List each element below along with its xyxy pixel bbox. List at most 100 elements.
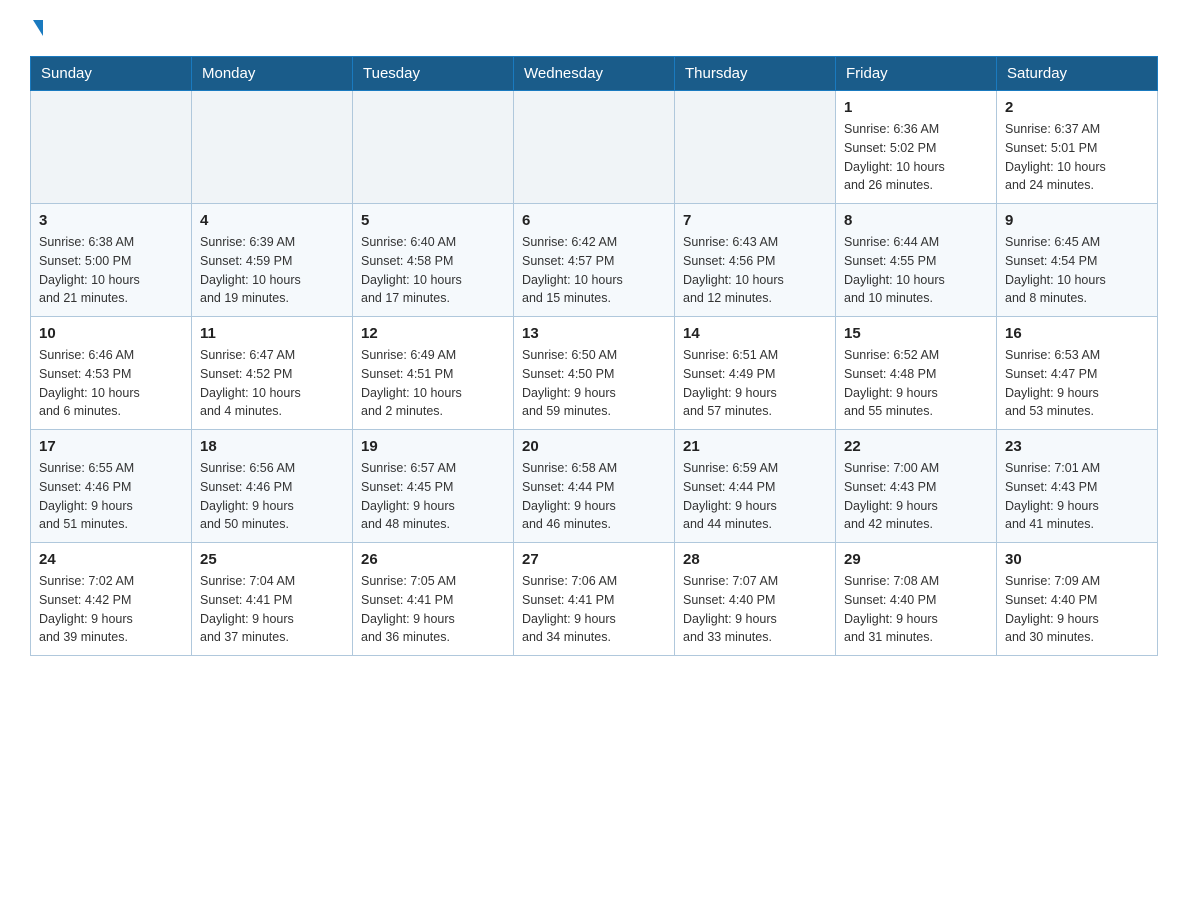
day-number: 23 <box>1005 438 1149 455</box>
day-number: 14 <box>683 325 827 342</box>
page-header <box>30 20 1158 36</box>
day-number: 30 <box>1005 551 1149 568</box>
day-number: 12 <box>361 325 505 342</box>
calendar-cell: 7 Sunrise: 6:43 AMSunset: 4:56 PMDaylight… <box>675 204 836 317</box>
day-info: Sunrise: 6:36 AMSunset: 5:02 PMDaylight:… <box>844 120 988 195</box>
day-number: 11 <box>200 325 344 342</box>
calendar-cell: 4Sunrise: 6:39 AMSunset: 4:59 PMDaylight… <box>192 204 353 317</box>
week-row-3: 10 Sunrise: 6:46 AMSunset: 4:53 PMDayligh… <box>31 317 1158 430</box>
calendar-cell: 3 Sunrise: 6:38 AMSunset: 5:00 PMDaylight… <box>31 204 192 317</box>
day-info: Sunrise: 7:00 AMSunset: 4:43 PMDaylight:… <box>844 459 988 534</box>
day-info: Sunrise: 6:53 AMSunset: 4:47 PMDaylight:… <box>1005 346 1149 421</box>
week-row-5: 24Sunrise: 7:02 AMSunset: 4:42 PMDayligh… <box>31 543 1158 656</box>
calendar-cell: 23 Sunrise: 7:01 AMSunset: 4:43 PMDayligh… <box>997 430 1158 543</box>
logo <box>30 20 43 36</box>
calendar-cell: 27 Sunrise: 7:06 AMSunset: 4:41 PMDayligh… <box>514 543 675 656</box>
day-info: Sunrise: 6:56 AMSunset: 4:46 PMDaylight:… <box>200 459 344 534</box>
day-number: 22 <box>844 438 988 455</box>
calendar-cell: 21 Sunrise: 6:59 AMSunset: 4:44 PMDayligh… <box>675 430 836 543</box>
calendar-cell: 15Sunrise: 6:52 AMSunset: 4:48 PMDayligh… <box>836 317 997 430</box>
day-info: Sunrise: 6:37 AMSunset: 5:01 PMDaylight:… <box>1005 120 1149 195</box>
weekday-header-wednesday: Wednesday <box>514 57 675 91</box>
calendar-cell: 13Sunrise: 6:50 AMSunset: 4:50 PMDayligh… <box>514 317 675 430</box>
calendar-cell: 6 Sunrise: 6:42 AMSunset: 4:57 PMDaylight… <box>514 204 675 317</box>
day-info: Sunrise: 7:04 AMSunset: 4:41 PMDaylight:… <box>200 572 344 647</box>
day-number: 26 <box>361 551 505 568</box>
day-info: Sunrise: 6:52 AMSunset: 4:48 PMDaylight:… <box>844 346 988 421</box>
calendar-cell: 11 Sunrise: 6:47 AMSunset: 4:52 PMDayligh… <box>192 317 353 430</box>
day-number: 3 <box>39 212 183 229</box>
week-row-4: 17 Sunrise: 6:55 AMSunset: 4:46 PMDayligh… <box>31 430 1158 543</box>
week-row-2: 3 Sunrise: 6:38 AMSunset: 5:00 PMDaylight… <box>31 204 1158 317</box>
calendar-cell: 16 Sunrise: 6:53 AMSunset: 4:47 PMDayligh… <box>997 317 1158 430</box>
calendar-cell <box>192 91 353 204</box>
weekday-header-monday: Monday <box>192 57 353 91</box>
day-number: 28 <box>683 551 827 568</box>
day-number: 9 <box>1005 212 1149 229</box>
day-info: Sunrise: 6:43 AMSunset: 4:56 PMDaylight:… <box>683 233 827 308</box>
day-info: Sunrise: 6:51 AMSunset: 4:49 PMDaylight:… <box>683 346 827 421</box>
day-number: 1 <box>844 99 988 116</box>
calendar-cell: 9 Sunrise: 6:45 AMSunset: 4:54 PMDaylight… <box>997 204 1158 317</box>
day-info: Sunrise: 6:42 AMSunset: 4:57 PMDaylight:… <box>522 233 666 308</box>
day-info: Sunrise: 6:46 AMSunset: 4:53 PMDaylight:… <box>39 346 183 421</box>
weekday-header-saturday: Saturday <box>997 57 1158 91</box>
calendar-cell: 28Sunrise: 7:07 AMSunset: 4:40 PMDayligh… <box>675 543 836 656</box>
day-info: Sunrise: 6:47 AMSunset: 4:52 PMDaylight:… <box>200 346 344 421</box>
calendar-cell: 29 Sunrise: 7:08 AMSunset: 4:40 PMDayligh… <box>836 543 997 656</box>
calendar-cell: 17 Sunrise: 6:55 AMSunset: 4:46 PMDayligh… <box>31 430 192 543</box>
calendar-cell <box>675 91 836 204</box>
calendar-cell: 25 Sunrise: 7:04 AMSunset: 4:41 PMDayligh… <box>192 543 353 656</box>
day-number: 19 <box>361 438 505 455</box>
day-number: 13 <box>522 325 666 342</box>
day-number: 25 <box>200 551 344 568</box>
day-number: 29 <box>844 551 988 568</box>
day-info: Sunrise: 6:59 AMSunset: 4:44 PMDaylight:… <box>683 459 827 534</box>
day-number: 7 <box>683 212 827 229</box>
week-row-1: 1 Sunrise: 6:36 AMSunset: 5:02 PMDaylight… <box>31 91 1158 204</box>
weekday-header-thursday: Thursday <box>675 57 836 91</box>
calendar-cell <box>514 91 675 204</box>
calendar-cell: 8 Sunrise: 6:44 AMSunset: 4:55 PMDaylight… <box>836 204 997 317</box>
calendar-cell: 18 Sunrise: 6:56 AMSunset: 4:46 PMDayligh… <box>192 430 353 543</box>
calendar-table: SundayMondayTuesdayWednesdayThursdayFrid… <box>30 56 1158 656</box>
day-number: 4 <box>200 212 344 229</box>
day-number: 2 <box>1005 99 1149 116</box>
day-info: Sunrise: 7:09 AMSunset: 4:40 PMDaylight:… <box>1005 572 1149 647</box>
day-number: 10 <box>39 325 183 342</box>
day-info: Sunrise: 6:57 AMSunset: 4:45 PMDaylight:… <box>361 459 505 534</box>
day-info: Sunrise: 6:38 AMSunset: 5:00 PMDaylight:… <box>39 233 183 308</box>
calendar-cell: 26 Sunrise: 7:05 AMSunset: 4:41 PMDayligh… <box>353 543 514 656</box>
day-info: Sunrise: 7:02 AMSunset: 4:42 PMDaylight:… <box>39 572 183 647</box>
day-number: 6 <box>522 212 666 229</box>
calendar-cell <box>353 91 514 204</box>
calendar-cell: 24Sunrise: 7:02 AMSunset: 4:42 PMDayligh… <box>31 543 192 656</box>
day-number: 17 <box>39 438 183 455</box>
day-info: Sunrise: 7:01 AMSunset: 4:43 PMDaylight:… <box>1005 459 1149 534</box>
day-info: Sunrise: 7:05 AMSunset: 4:41 PMDaylight:… <box>361 572 505 647</box>
day-info: Sunrise: 6:45 AMSunset: 4:54 PMDaylight:… <box>1005 233 1149 308</box>
day-info: Sunrise: 6:58 AMSunset: 4:44 PMDaylight:… <box>522 459 666 534</box>
day-number: 27 <box>522 551 666 568</box>
day-info: Sunrise: 7:06 AMSunset: 4:41 PMDaylight:… <box>522 572 666 647</box>
day-number: 16 <box>1005 325 1149 342</box>
day-info: Sunrise: 6:55 AMSunset: 4:46 PMDaylight:… <box>39 459 183 534</box>
day-number: 18 <box>200 438 344 455</box>
weekday-header-friday: Friday <box>836 57 997 91</box>
day-number: 20 <box>522 438 666 455</box>
day-info: Sunrise: 6:40 AMSunset: 4:58 PMDaylight:… <box>361 233 505 308</box>
calendar-cell: 2 Sunrise: 6:37 AMSunset: 5:01 PMDaylight… <box>997 91 1158 204</box>
weekday-header-tuesday: Tuesday <box>353 57 514 91</box>
calendar-cell: 5 Sunrise: 6:40 AMSunset: 4:58 PMDaylight… <box>353 204 514 317</box>
day-number: 8 <box>844 212 988 229</box>
calendar-cell: 22 Sunrise: 7:00 AMSunset: 4:43 PMDayligh… <box>836 430 997 543</box>
calendar-cell: 19 Sunrise: 6:57 AMSunset: 4:45 PMDayligh… <box>353 430 514 543</box>
day-info: Sunrise: 7:08 AMSunset: 4:40 PMDaylight:… <box>844 572 988 647</box>
calendar-cell: 10 Sunrise: 6:46 AMSunset: 4:53 PMDayligh… <box>31 317 192 430</box>
day-info: Sunrise: 6:49 AMSunset: 4:51 PMDaylight:… <box>361 346 505 421</box>
day-number: 21 <box>683 438 827 455</box>
day-info: Sunrise: 6:44 AMSunset: 4:55 PMDaylight:… <box>844 233 988 308</box>
weekday-header-sunday: Sunday <box>31 57 192 91</box>
day-number: 5 <box>361 212 505 229</box>
calendar-cell: 20 Sunrise: 6:58 AMSunset: 4:44 PMDayligh… <box>514 430 675 543</box>
